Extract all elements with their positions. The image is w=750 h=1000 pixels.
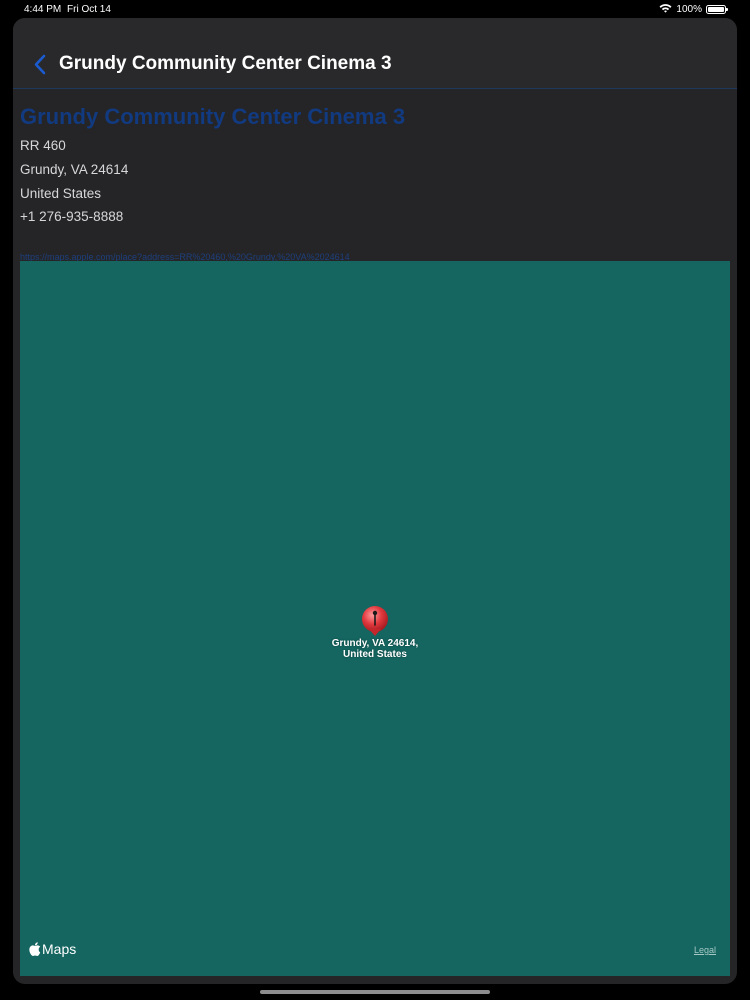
pin-label-line-2: United States	[343, 649, 407, 660]
place-title: Grundy Community Center Cinema 3	[20, 104, 406, 129]
navigation-bar: Grundy Community Center Cinema 3	[13, 18, 737, 89]
wifi-icon	[659, 3, 672, 16]
home-indicator[interactable]	[260, 990, 490, 994]
address-country: United States	[20, 186, 102, 201]
status-date: Fri Oct 14	[67, 4, 111, 15]
apple-logo-icon	[29, 942, 41, 956]
battery-percent: 100%	[676, 4, 702, 15]
nav-title: Grundy Community Center Cinema 3	[59, 53, 392, 74]
map-view[interactable]: Grundy, VA 24614, United States Maps Leg…	[20, 261, 730, 976]
map-pin[interactable]	[360, 605, 390, 637]
maps-logo: Maps	[29, 941, 76, 957]
status-time: 4:44 PM	[24, 4, 62, 15]
back-button[interactable]	[31, 52, 51, 78]
place-detail-sheet: Grundy Community Center Cinema 3 Grundy …	[13, 18, 737, 984]
pin-label-line-1: Grundy, VA 24614,	[331, 638, 419, 649]
battery-cap	[726, 8, 728, 11]
address-line-1: RR 460	[20, 138, 66, 153]
maps-brand: Maps	[42, 941, 77, 957]
pin-label: Grundy, VA 24614, United States	[275, 638, 475, 660]
map-pin-icon	[362, 606, 388, 636]
phone-number[interactable]: +1 276-935-8888	[20, 209, 123, 224]
battery-fill	[708, 7, 724, 12]
chevron-left-icon	[34, 54, 46, 75]
status-bar: 4:44 PM Fri Oct 14 100%	[0, 0, 750, 18]
battery-icon	[706, 5, 728, 14]
status-indicators: 100%	[659, 3, 728, 16]
legal-link[interactable]: Legal	[694, 945, 716, 955]
address-line-2: Grundy, VA 24614	[20, 162, 129, 177]
